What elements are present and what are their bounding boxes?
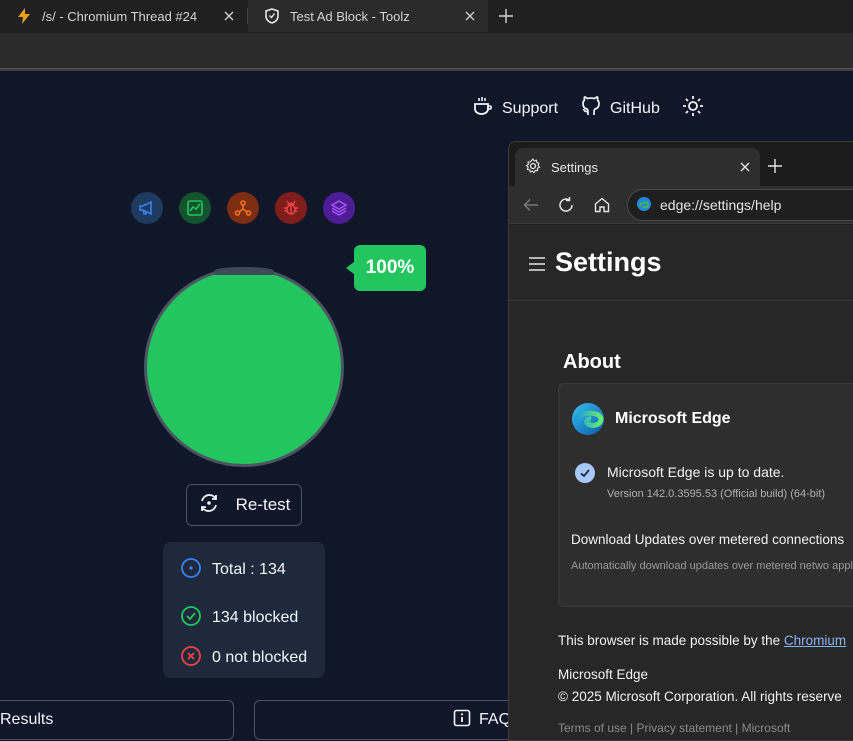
edge-settings-window: Settings edge://settings/help Settings A… bbox=[508, 141, 853, 741]
close-icon[interactable] bbox=[217, 4, 241, 28]
faq-label: FAQ bbox=[479, 711, 512, 728]
stat-blocked-text: 134 blocked bbox=[212, 609, 299, 626]
result-pie-chart bbox=[144, 267, 344, 467]
about-card: Microsoft Edge Microsoft Edge is up to d… bbox=[558, 383, 853, 607]
settings-title: Settings bbox=[555, 247, 662, 277]
retest-label: Re-test bbox=[235, 495, 291, 514]
menu-icon[interactable] bbox=[529, 257, 545, 276]
coffee-icon bbox=[472, 95, 494, 122]
back-arrow-icon[interactable] bbox=[519, 193, 543, 217]
address-text: edge://settings/help bbox=[660, 197, 782, 213]
check-icon bbox=[575, 463, 595, 483]
results-label: Results bbox=[0, 711, 54, 728]
new-tab-button[interactable] bbox=[763, 154, 787, 178]
settings-header: Settings bbox=[509, 225, 853, 301]
tab-chromium-thread[interactable]: /s/ - Chromium Thread #24 bbox=[0, 0, 247, 32]
support-link[interactable]: Support bbox=[472, 95, 558, 122]
version-text: Version 142.0.3595.53 (Official build) (… bbox=[607, 488, 826, 500]
new-tab-button[interactable] bbox=[494, 4, 518, 28]
tab-test-ad-block[interactable]: Test Ad Block - Toolz bbox=[248, 0, 488, 32]
theme-toggle-button[interactable] bbox=[682, 95, 704, 122]
lightning-icon bbox=[16, 8, 32, 24]
results-button[interactable]: Results bbox=[0, 700, 234, 740]
tab-title: Test Ad Block - Toolz bbox=[290, 8, 410, 24]
stat-blocked: 134 blocked bbox=[180, 598, 325, 638]
metered-updates-description: Automatically download updates over mete… bbox=[571, 560, 853, 572]
product-name: Microsoft Edge bbox=[615, 410, 731, 427]
chromium-link[interactable]: Chromium bbox=[784, 633, 846, 648]
edge-toolbar: edge://settings/help bbox=[509, 186, 853, 224]
layers-icon[interactable] bbox=[323, 192, 355, 224]
top-nav: Support GitHub bbox=[472, 95, 704, 122]
malware-bug-icon[interactable] bbox=[275, 192, 307, 224]
address-bar[interactable]: edge://settings/help bbox=[627, 189, 853, 221]
check-circle-icon bbox=[180, 605, 202, 632]
edge-tab-bar: Settings bbox=[509, 142, 853, 186]
stat-not-blocked-text: 0 not blocked bbox=[212, 649, 308, 666]
pie-chart-edge bbox=[214, 267, 274, 275]
tab-title: Settings bbox=[551, 159, 598, 175]
result-percent-badge: 100% bbox=[346, 245, 426, 291]
browser-tab-bar: /s/ - Chromium Thread #24 Test Ad Block … bbox=[0, 0, 853, 33]
github-label: GitHub bbox=[610, 99, 660, 117]
about-heading: About bbox=[563, 351, 621, 373]
stat-total-text: Total : 134 bbox=[212, 561, 286, 578]
refresh-icon bbox=[198, 492, 220, 519]
analytics-chart-icon[interactable] bbox=[179, 192, 211, 224]
edge-logo-icon bbox=[571, 402, 605, 441]
close-icon[interactable] bbox=[458, 4, 482, 28]
tab-title: /s/ - Chromium Thread #24 bbox=[42, 8, 198, 24]
home-icon[interactable] bbox=[590, 193, 614, 217]
retest-button[interactable]: Re-test bbox=[186, 484, 302, 526]
ads-megaphone-icon[interactable] bbox=[131, 192, 163, 224]
update-status: Microsoft Edge is up to date. bbox=[607, 464, 785, 480]
footer-links[interactable]: Terms of use | Privacy statement | Micro… bbox=[558, 721, 790, 735]
tracker-network-icon[interactable] bbox=[227, 192, 259, 224]
metered-updates-title: Download Updates over metered connection… bbox=[571, 532, 845, 547]
github-link[interactable]: GitHub bbox=[580, 95, 660, 122]
edge-logo-icon bbox=[636, 196, 652, 215]
support-label: Support bbox=[502, 99, 559, 117]
shield-icon bbox=[264, 8, 280, 24]
gear-icon bbox=[525, 157, 541, 177]
close-icon[interactable] bbox=[740, 160, 750, 175]
copyright-text: © 2025 Microsoft Corporation. All rights… bbox=[558, 689, 842, 704]
refresh-icon[interactable] bbox=[554, 193, 578, 217]
stats-panel: Total : 134 134 blocked 0 not blocked bbox=[163, 542, 325, 678]
info-icon bbox=[453, 709, 471, 732]
stat-total: Total : 134 bbox=[180, 557, 325, 584]
sun-icon bbox=[682, 95, 704, 122]
made-possible-prefix: This browser is made possible by the bbox=[558, 633, 781, 648]
browser-toolbar bbox=[0, 33, 853, 69]
stat-not-blocked: 0 not blocked bbox=[180, 638, 325, 678]
footer-product-name: Microsoft Edge bbox=[558, 667, 649, 682]
test-category-icons bbox=[131, 192, 355, 224]
github-icon bbox=[580, 95, 602, 122]
settings-content: Settings About Microsoft Edge Microsoft … bbox=[509, 225, 853, 740]
tab-settings[interactable]: Settings bbox=[515, 148, 760, 186]
x-circle-icon bbox=[180, 645, 202, 672]
target-icon bbox=[180, 557, 202, 584]
made-possible-text: This browser is made possible by the Chr… bbox=[558, 633, 846, 648]
